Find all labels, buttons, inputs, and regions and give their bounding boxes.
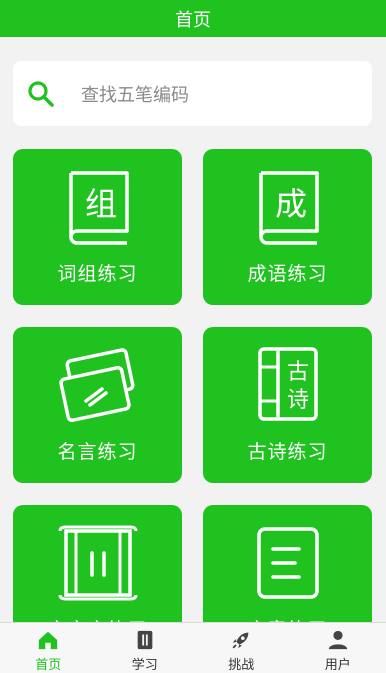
card-phrase-practice[interactable]: 组 词组练习 (13, 149, 182, 305)
search-bar[interactable]: 查找五笔编码 (13, 61, 372, 126)
tab-challenge[interactable]: 挑战 (193, 623, 290, 673)
tab-home[interactable]: 首页 (0, 623, 97, 673)
poem-icon-char: 诗 (286, 388, 308, 413)
tab-label: 挑战 (228, 658, 255, 673)
card-idiom-practice[interactable]: 成 成语练习 (203, 149, 372, 305)
card-label: 词组练习 (57, 263, 138, 285)
tab-label: 用户 (324, 658, 351, 673)
card-label: 成语练习 (247, 263, 328, 285)
top-bar: 首页 (0, 0, 386, 37)
book-icon: 组 (68, 171, 129, 245)
tab-study[interactable]: 学习 (97, 623, 194, 673)
book-icon-char: 成 (274, 185, 306, 223)
bottom-tab-bar: 首页 学习 挑战 用户 (0, 622, 386, 673)
cards-icon (58, 348, 135, 422)
tab-label: 学习 (131, 658, 158, 673)
page-title: 首页 (175, 9, 211, 31)
notebook-icon (137, 630, 153, 650)
card-label: 古诗练习 (247, 441, 328, 463)
tab-user[interactable]: 用户 (290, 623, 386, 673)
home-icon (39, 631, 58, 650)
book-icon: 成 (258, 171, 319, 245)
document-icon (256, 527, 319, 599)
poem-book-icon: 古 诗 (257, 347, 318, 421)
user-icon (328, 630, 347, 650)
tab-label: 首页 (35, 658, 62, 673)
book-icon-char: 组 (84, 185, 116, 223)
card-label: 名言练习 (57, 441, 138, 463)
card-quote-practice[interactable]: 名言练习 (13, 327, 182, 483)
scroll-icon (58, 525, 137, 601)
rocket-icon (233, 632, 249, 649)
search-icon (28, 80, 54, 107)
card-poem-practice[interactable]: 古 诗 古诗练习 (203, 327, 372, 483)
search-placeholder: 查找五笔编码 (81, 84, 189, 106)
poem-icon-char: 古 (286, 360, 308, 385)
